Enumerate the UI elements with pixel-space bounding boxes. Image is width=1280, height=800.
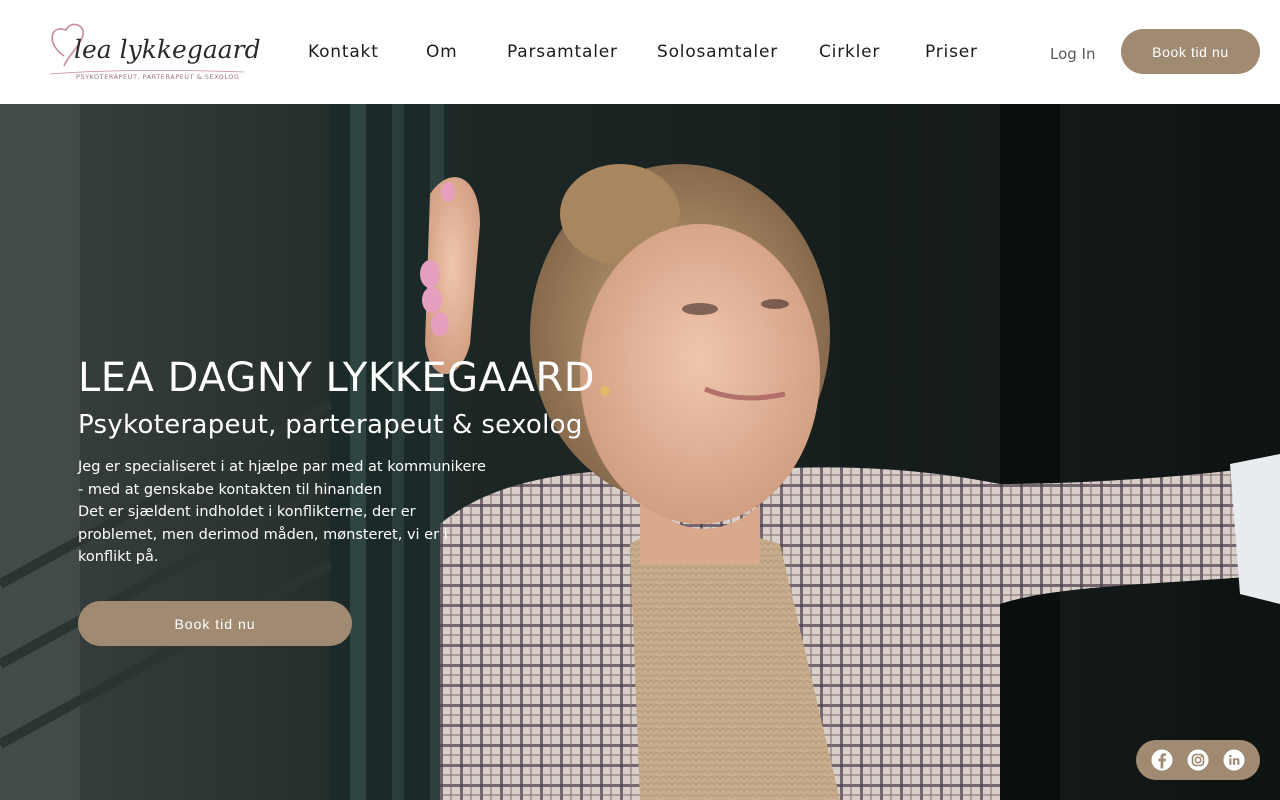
- hero-description: Jeg er specialiseret i at hjælpe par med…: [78, 456, 488, 569]
- hero-description-line: Jeg er specialiseret i at hjælpe par med…: [78, 459, 486, 475]
- nav-om[interactable]: Om: [426, 42, 458, 62]
- book-button-hero[interactable]: Book tid nu: [78, 601, 352, 646]
- hero-description-line: konflikt på.: [78, 549, 159, 566]
- hero-content: LEA DAGNY LYKKEGAARD Psykoterapeut, part…: [78, 354, 638, 569]
- social-bar: [1136, 740, 1260, 780]
- nav-parsamtaler[interactable]: Parsamtaler: [507, 42, 618, 62]
- facebook-icon[interactable]: [1151, 749, 1173, 771]
- book-button-header[interactable]: Book tid nu: [1121, 29, 1260, 74]
- linkedin-icon[interactable]: [1223, 749, 1245, 771]
- nav-cirkler[interactable]: Cirkler: [819, 42, 880, 62]
- site-header: lea lykkegaard PSYKOTERAPEUT, PARTERAPEU…: [0, 0, 1280, 104]
- hero-title: LEA DAGNY LYKKEGAARD: [78, 355, 596, 401]
- hero-description-line: Det er sjældent indholdet i konflikterne…: [78, 504, 416, 521]
- nav-solosamtaler[interactable]: Solosamtaler: [657, 42, 778, 62]
- nav-kontakt[interactable]: Kontakt: [308, 42, 379, 62]
- main-nav: Kontakt Om Parsamtaler Solosamtaler Cirk…: [0, 0, 1000, 104]
- hero-description-line: problemet, men derimod måden, mønsteret,…: [78, 526, 448, 543]
- login-link[interactable]: Log In: [1050, 45, 1096, 63]
- hero-section: LEA DAGNY LYKKEGAARD Psykoterapeut, part…: [0, 104, 1280, 800]
- hero-subtitle: Psykoterapeut, parterapeut & sexolog: [78, 410, 583, 440]
- instagram-icon[interactable]: [1187, 749, 1209, 771]
- hero-description-line: - med at genskabe kontakten til hinanden: [78, 481, 382, 498]
- nav-priser[interactable]: Priser: [925, 42, 978, 62]
